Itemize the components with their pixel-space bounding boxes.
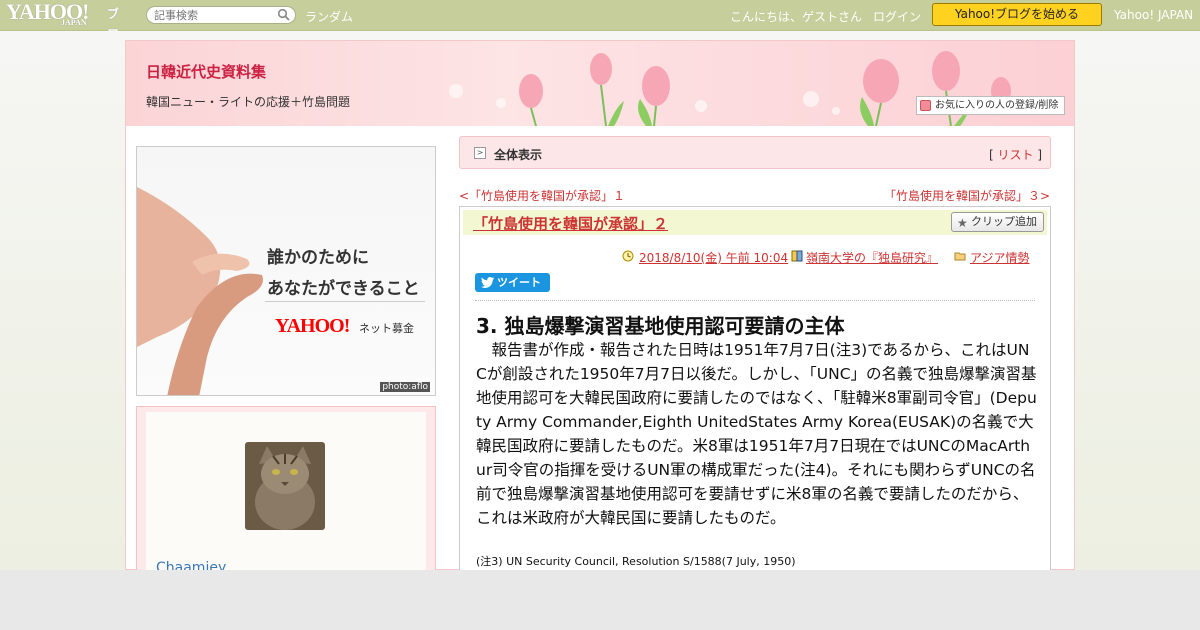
article: 「竹島使用を韓国が承認」２ ★ クリップ追加 2018/8/10(金) 午前 1… xyxy=(459,206,1051,576)
folder-icon xyxy=(954,252,966,261)
blog-header: 日韓近代史資料集 韓国ニュー・ライトの応援＋竹島問題 お気に入りの人の登録/削除 xyxy=(126,41,1074,126)
article-title-bar: 「竹島使用を韓国が承認」２ ★ クリップ追加 xyxy=(463,210,1047,235)
cat-avatar-icon xyxy=(245,442,325,530)
helping-hands-image xyxy=(137,187,263,395)
article-divider xyxy=(475,300,1035,301)
profile-inner: Chaamiey xyxy=(146,412,426,576)
greeting-text: こんにちは、ゲストさん xyxy=(730,10,863,24)
blog-description: 韓国ニュー・ライトの応援＋竹島問題 xyxy=(146,95,351,109)
list-link-wrapper: [ リスト ] xyxy=(989,146,1042,163)
ad-photo-credit: photo:aflo xyxy=(380,382,430,392)
view-all-label: 全体表示 xyxy=(494,148,543,162)
search-input[interactable] xyxy=(154,8,274,22)
clip-button-label: クリップ追加 xyxy=(971,215,1037,228)
ad-headline-1: 誰かのために xyxy=(267,248,369,268)
ad-yahoo-logo: YAHOO! xyxy=(275,315,350,337)
tweet-label: ツイート xyxy=(497,276,541,289)
article-title[interactable]: 「竹島使用を韓国が承認」２ xyxy=(473,213,668,234)
favorite-button-label: お気に入りの人の登録/削除 xyxy=(935,100,1059,111)
tweet-button[interactable]: ツイート xyxy=(475,273,550,292)
list-view-link[interactable]: リスト xyxy=(997,148,1033,162)
blog-page: 日韓近代史資料集 韓国ニュー・ライトの応援＋竹島問題 お気に入りの人の登録/削除… xyxy=(125,40,1075,576)
article-meta: 2018/8/10(金) 午前 10:04 嶺南大学の『独島研究』 アジア情勢 xyxy=(460,249,1035,265)
search-icon[interactable] xyxy=(277,8,290,21)
article-heading: 3. 独島爆撃演習基地使用認可要請の主体 xyxy=(476,314,845,338)
article-search xyxy=(146,6,296,24)
list-bracket-close: ] xyxy=(1033,148,1042,162)
article-category-link[interactable]: アジア情勢 xyxy=(970,249,1030,266)
clock-icon xyxy=(622,250,634,262)
ad-headline-2: あなたができること xyxy=(267,279,420,299)
article-book-link[interactable]: 嶺南大学の『独島研究』 xyxy=(806,249,938,266)
ad-banner[interactable]: 誰かのために あなたができること YAHOO! ネット募金 photo:aflo xyxy=(136,146,436,396)
profile-box: Chaamiey xyxy=(136,406,436,576)
clip-add-button[interactable]: ★ クリップ追加 xyxy=(951,212,1044,232)
login-link[interactable]: ログイン xyxy=(873,8,921,25)
article-body: 報告書が作成・報告された日時は1951年7月7日(注3)であるから、これはUNC… xyxy=(476,341,1037,527)
bottom-band xyxy=(0,570,1200,630)
ad-net-donation-label: ネット募金 xyxy=(359,322,414,335)
logo-japan-text: JAPAN xyxy=(61,18,87,27)
article-date-link[interactable]: 2018/8/10(金) 午前 10:04 xyxy=(639,249,788,266)
favorite-icon xyxy=(920,100,931,111)
top-navigation-bar: YAHOO! JAPAN ブログ ランダム こんにちは、ゲストさん ログイン Y… xyxy=(0,0,1200,62)
avatar[interactable] xyxy=(245,442,325,530)
start-blog-button[interactable]: Yahoo!ブログを始める xyxy=(932,3,1102,26)
random-link[interactable]: ランダム xyxy=(305,8,353,25)
ad-divider xyxy=(265,301,425,302)
next-article-link[interactable]: 「竹島使用を韓国が承認」３> xyxy=(884,187,1050,204)
view-mode-bar: > 全体表示 [ リスト ] xyxy=(459,136,1051,169)
prev-article-link[interactable]: <「竹島使用を韓国が承認」１ xyxy=(459,187,625,204)
book-icon xyxy=(791,250,803,262)
arrow-icon: > xyxy=(474,147,486,159)
favorite-register-button[interactable]: お気に入りの人の登録/削除 xyxy=(916,96,1065,115)
twitter-bird-icon xyxy=(481,277,494,288)
blog-title-link[interactable]: 日韓近代史資料集 xyxy=(146,61,266,82)
star-icon: ★ xyxy=(957,216,968,230)
yahoo-japan-link[interactable]: Yahoo! JAPAN xyxy=(1114,8,1193,22)
article-footnote: (注3) UN Security Council, Resolution S/1… xyxy=(476,555,796,568)
yahoo-blog-logo[interactable]: YAHOO! JAPAN ブログ xyxy=(6,1,119,62)
